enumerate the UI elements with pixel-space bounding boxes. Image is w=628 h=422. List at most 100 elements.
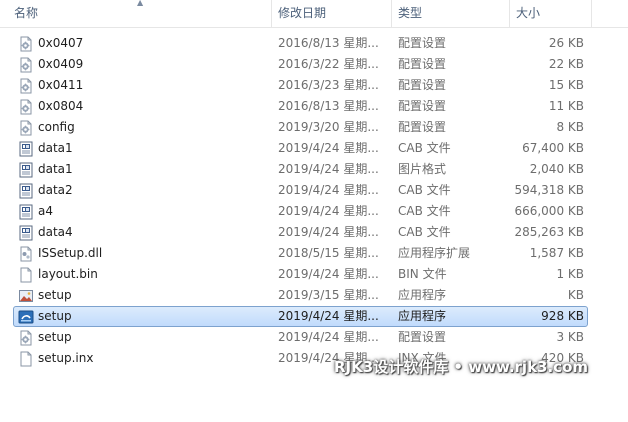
file-modified-date: 2016/8/13 星期... <box>278 36 379 50</box>
file-row[interactable]: setup 2019/4/24 星期... 配置设置 3 KB <box>13 327 588 348</box>
file-size: 1,587 KB <box>529 246 584 260</box>
file-size: KB <box>567 288 584 302</box>
file-modified-date: 2019/3/20 星期... <box>278 120 379 134</box>
file-size: 8 KB <box>556 120 584 134</box>
file-size: 67,400 KB <box>522 141 584 155</box>
file-row[interactable]: layout.bin 2019/4/24 星期... BIN 文件 1 KB <box>13 264 588 285</box>
file-type: 配置设置 <box>398 78 447 92</box>
file-type: BIN 文件 <box>398 267 447 281</box>
file-modified-date: 2019/4/24 星期... <box>278 183 379 197</box>
file-modified-date: 2016/8/13 星期... <box>278 99 379 113</box>
sort-ascending-icon: ▲ <box>137 0 144 7</box>
column-header-size-label: 大小 <box>516 6 541 20</box>
file-name: data2 <box>38 183 73 197</box>
file-name: 0x0409 <box>38 57 84 71</box>
file-row[interactable]: a4 2019/4/24 星期... CAB 文件 666,000 KB <box>13 201 588 222</box>
cab-file-icon <box>18 141 34 157</box>
file-type: 图片格式 <box>398 162 447 176</box>
file-size: 666,000 KB <box>514 204 584 218</box>
file-size: 22 KB <box>548 57 584 71</box>
cab-file-icon <box>18 162 34 178</box>
file-modified-date: 2019/4/24 星期... <box>278 225 379 239</box>
config-settings-icon <box>18 120 34 136</box>
file-size: 3 KB <box>556 330 584 344</box>
file-size: 594,318 KB <box>514 183 584 197</box>
cab-file-icon <box>18 204 34 220</box>
file-type: 应用程序 <box>398 288 447 302</box>
file-type: CAB 文件 <box>398 183 451 197</box>
file-modified-date: 2019/4/24 星期... <box>278 330 379 344</box>
file-modified-date: 2019/4/24 星期... <box>278 141 379 155</box>
column-header-bar: 名称 ▲ 修改日期 类型 大小 <box>0 0 628 28</box>
file-row[interactable]: 0x0407 2016/8/13 星期... 配置设置 26 KB <box>13 33 588 54</box>
file-name: setup <box>38 309 72 323</box>
file-explorer-window: 名称 ▲ 修改日期 类型 大小 0x0407 2016/8/13 星期... 配置设… <box>0 0 628 422</box>
file-size: 928 KB <box>541 309 584 323</box>
config-settings-icon <box>18 36 34 52</box>
file-modified-date: 2019/4/24 星期... <box>278 162 379 176</box>
file-row[interactable]: data2 2019/4/24 星期... CAB 文件 594,318 KB <box>13 180 588 201</box>
file-size: 2,040 KB <box>529 162 584 176</box>
file-name: setup.inx <box>38 351 94 365</box>
file-row[interactable]: ISSetup.dll 2018/5/15 星期... 应用程序扩展 1,587 KB <box>13 243 588 264</box>
file-modified-date: 2019/4/24 星期... <box>278 309 379 323</box>
column-header-type-label: 类型 <box>398 6 423 20</box>
file-size: 15 KB <box>548 78 584 92</box>
file-modified-date: 2019/4/24 星期... <box>278 204 379 218</box>
file-size: 11 KB <box>548 99 584 113</box>
file-row[interactable]: 0x0804 2016/8/13 星期... 配置设置 11 KB <box>13 96 588 117</box>
config-settings-icon <box>18 78 34 94</box>
dll-file-icon <box>18 246 34 262</box>
file-name: a4 <box>38 204 53 218</box>
file-type: 应用程序 <box>398 309 447 323</box>
file-modified-date: 2019/3/15 星期... <box>278 288 379 302</box>
file-name: layout.bin <box>38 267 98 281</box>
file-type: CAB 文件 <box>398 141 451 155</box>
file-type: CAB 文件 <box>398 204 451 218</box>
watermark-text: RJK3设计软件库 • www.rjk3.com <box>334 358 589 376</box>
setup-app-icon <box>18 309 34 325</box>
file-name: 0x0407 <box>38 36 84 50</box>
column-header-name-label: 名称 <box>14 6 39 20</box>
file-modified-date: 2019/4/24 星期... <box>278 267 379 281</box>
file-name: data4 <box>38 225 73 239</box>
column-header-date[interactable]: 修改日期 <box>272 0 392 27</box>
file-modified-date: 2016/3/23 星期... <box>278 78 379 92</box>
file-row[interactable]: data1 2019/4/24 星期... 图片格式 2,040 KB <box>13 159 588 180</box>
cab-file-icon <box>18 183 34 199</box>
file-size: 26 KB <box>548 36 584 50</box>
file-row[interactable]: setup 2019/3/15 星期... 应用程序 KB <box>13 285 588 306</box>
file-type: 配置设置 <box>398 99 447 113</box>
config-settings-icon <box>18 57 34 73</box>
config-settings-icon <box>18 99 34 115</box>
file-type: 应用程序扩展 <box>398 246 471 260</box>
file-name: 0x0411 <box>38 78 84 92</box>
file-name: setup <box>38 288 72 302</box>
column-header-date-label: 修改日期 <box>278 6 327 20</box>
file-row[interactable]: data1 2019/4/24 星期... CAB 文件 67,400 KB <box>13 138 588 159</box>
file-name: ISSetup.dll <box>38 246 103 260</box>
column-header-name[interactable]: 名称 ▲ <box>0 0 272 27</box>
column-header-size[interactable]: 大小 <box>510 0 592 27</box>
file-row[interactable]: 0x0409 2016/3/22 星期... 配置设置 22 KB <box>13 54 588 75</box>
file-modified-date: 2016/3/22 星期... <box>278 57 379 71</box>
file-type: 配置设置 <box>398 36 447 50</box>
file-size: 1 KB <box>556 267 584 281</box>
file-row[interactable]: data4 2019/4/24 星期... CAB 文件 285,263 KB <box>13 222 588 243</box>
column-header-type[interactable]: 类型 <box>392 0 510 27</box>
file-row[interactable]: config 2019/3/20 星期... 配置设置 8 KB <box>13 117 588 138</box>
file-name: data1 <box>38 162 73 176</box>
file-type: 配置设置 <box>398 120 447 134</box>
setup-image-icon <box>18 288 34 304</box>
file-row[interactable]: setup 2019/4/24 星期... 应用程序 928 KB <box>13 306 588 327</box>
config-settings-icon <box>18 330 34 346</box>
file-size: 285,263 KB <box>514 225 584 239</box>
file-type: 配置设置 <box>398 330 447 344</box>
file-type: CAB 文件 <box>398 225 451 239</box>
file-name: setup <box>38 330 72 344</box>
file-name: config <box>38 120 75 134</box>
file-row[interactable]: 0x0411 2016/3/23 星期... 配置设置 15 KB <box>13 75 588 96</box>
blank-file-icon <box>18 351 34 367</box>
cab-file-icon <box>18 225 34 241</box>
file-name: 0x0804 <box>38 99 84 113</box>
